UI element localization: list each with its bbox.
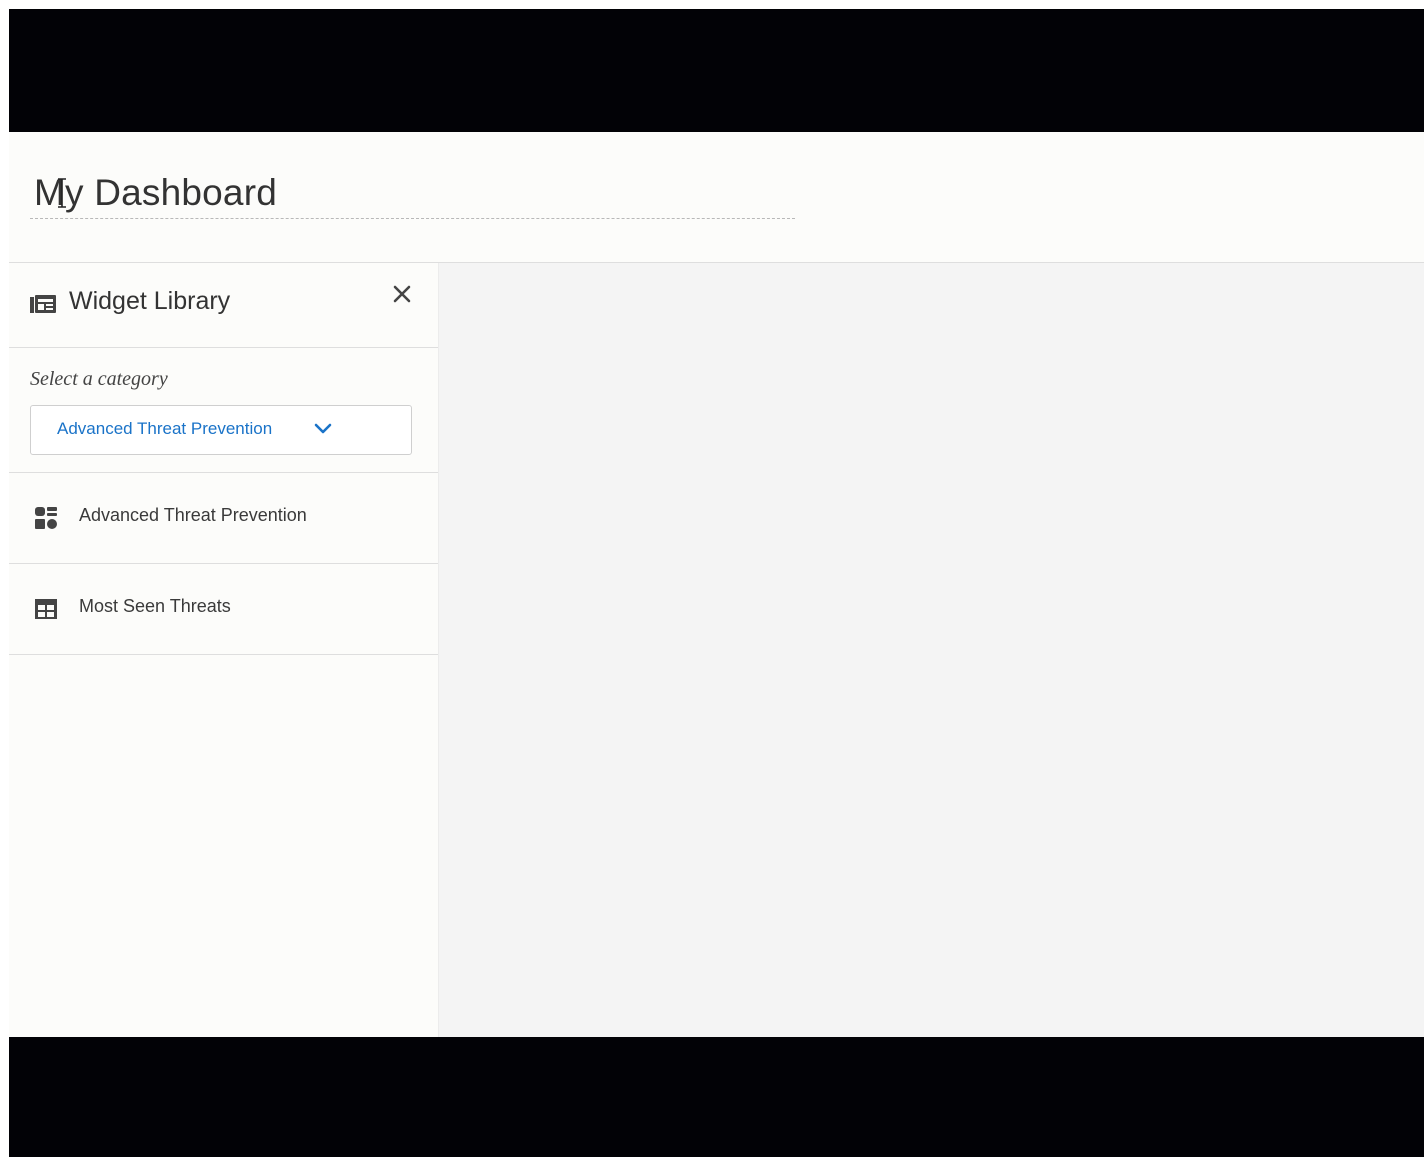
widget-library-icon bbox=[30, 295, 56, 313]
frame-edge-left bbox=[0, 0, 9, 1157]
widget-item-most-seen-threats[interactable]: Most Seen Threats bbox=[9, 564, 438, 655]
chevron-down-icon bbox=[314, 423, 332, 434]
category-dropdown[interactable]: Advanced Threat Prevention bbox=[30, 405, 412, 455]
text-cursor-icon bbox=[58, 178, 66, 208]
widget-library-panel: Widget Library Select a category Advance… bbox=[9, 263, 439, 1037]
letterbox-bottom bbox=[9, 1037, 1424, 1157]
widget-item-label: Most Seen Threats bbox=[79, 596, 231, 616]
dashboard-app: My Dashboard Widget Library Select a cat… bbox=[9, 132, 1424, 1037]
widget-item-advanced-threat-prevention[interactable]: Advanced Threat Prevention bbox=[9, 473, 438, 564]
widget-library-title: Widget Library bbox=[69, 287, 231, 315]
category-section: Select a category Advanced Threat Preven… bbox=[9, 348, 438, 473]
category-label: Select a category bbox=[30, 368, 168, 390]
letterbox-top bbox=[9, 9, 1424, 132]
close-icon[interactable] bbox=[389, 281, 415, 307]
category-selected-value: Advanced Threat Prevention bbox=[57, 419, 273, 438]
widget-item-label: Advanced Threat Prevention bbox=[79, 505, 307, 525]
dashboard-title-field[interactable]: My Dashboard bbox=[30, 170, 795, 219]
grid-tiles-icon bbox=[35, 507, 57, 529]
frame-edge-top bbox=[0, 0, 1424, 9]
dashboard-canvas[interactable] bbox=[439, 263, 1424, 1037]
table-icon bbox=[35, 599, 57, 619]
dashboard-title[interactable]: My Dashboard bbox=[34, 172, 277, 214]
dashboard-header: My Dashboard bbox=[9, 132, 1424, 263]
widget-library-header: Widget Library bbox=[9, 263, 438, 348]
